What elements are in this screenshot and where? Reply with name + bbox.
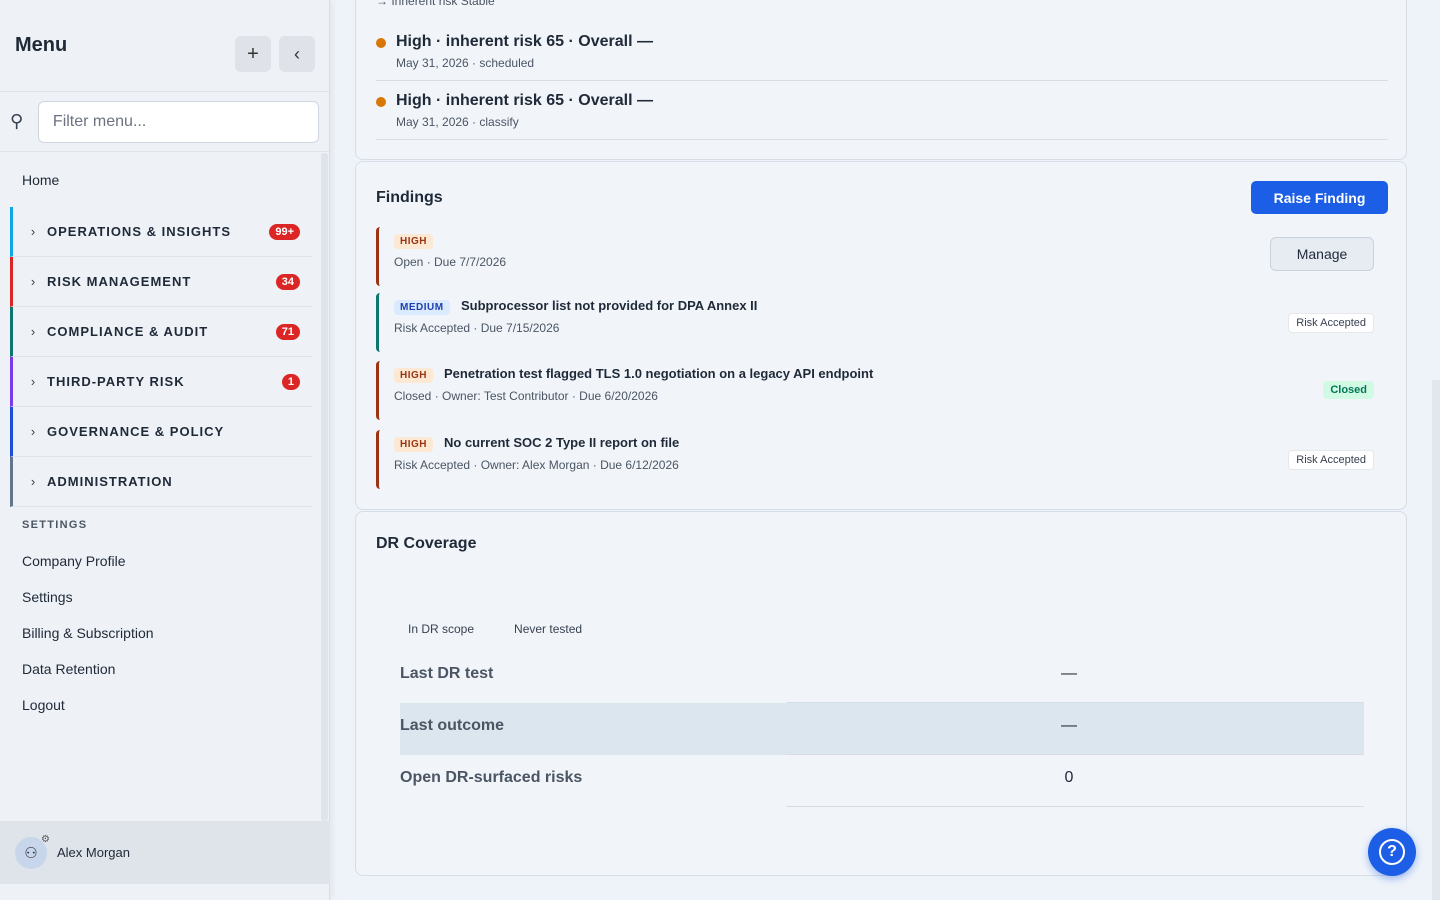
finding-title: Subprocessor list not provided for DPA A… [461,298,758,313]
nav-home[interactable]: Home [0,153,320,207]
nav-logout[interactable]: Logout [0,687,320,723]
severity-badge: HIGH [394,437,433,452]
dr-tabs: In DR scope Never tested [400,622,590,636]
raise-finding-button[interactable]: Raise Finding [1251,181,1388,214]
dr-row-label: Last DR test [400,665,494,682]
activity-cut-text: → Inherent risk Stable [376,0,495,8]
count-badge: 1 [281,373,300,390]
status-dot [376,38,386,48]
chevron-left-icon: ‹ [294,43,300,64]
nav-group-label: GOVERNANCE & POLICY [47,424,225,439]
dr-row-value: — [1061,717,1077,734]
search-icon: ⚲ [10,111,24,131]
nav-data-retention[interactable]: Data Retention [0,651,320,687]
nav-group-label: ADMINISTRATION [47,474,173,489]
settings-heading: SETTINGS [22,519,88,531]
user-name: Alex Morgan [57,845,130,860]
activity-title: High · inherent risk 65 · Overall — [396,92,653,109]
finding-meta: Risk Accepted · Owner: Alex Morgan · Due… [394,458,679,472]
user-profile[interactable]: ⚇ ⚙ Alex Morgan [0,821,330,884]
status-badge: Closed [1323,381,1374,399]
severity-badge: HIGH [394,234,433,249]
main-scrollbar[interactable] [1432,380,1440,900]
nav-group-administration[interactable]: › ADMINISTRATION [10,457,312,507]
nav-billing-subscription[interactable]: Billing & Subscription [0,615,320,651]
sidebar: Menu + ‹ ⚲ Home › OPERATIONS & INSIGHTS … [0,0,330,900]
sidebar-title: Menu [15,34,68,56]
severity-badge: HIGH [394,368,433,383]
question-circle-icon: ? [1379,839,1405,865]
dr-row-label: Last outcome [400,717,505,734]
dr-row-value: — [1061,665,1077,682]
gear-icon: ⚙ [41,833,50,845]
nav-group-risk-management[interactable]: › RISK MANAGEMENT 34 [10,257,312,307]
dr-row-value: 0 [1064,769,1074,786]
nav-group-label: THIRD-PARTY RISK [47,374,185,389]
nav-group-label: COMPLIANCE & AUDIT [47,324,209,339]
findings-card: Findings Raise Finding HIGH Open · Due 7… [355,161,1407,510]
findings-title: Findings [376,189,443,206]
avatar: ⚇ ⚙ [15,833,50,869]
activity-subtitle: May 31, 2026 · scheduled [396,56,535,70]
nav-group-label: OPERATIONS & INSIGHTS [47,224,231,239]
status-dot [376,97,386,107]
activity-card: → Inherent risk Stable High · inherent r… [355,0,1407,160]
sidebar-nav: Home › OPERATIONS & INSIGHTS 99+ › RISK … [0,153,320,723]
finding-meta: Open · Due 7/7/2026 [394,255,507,269]
user-icon: ⚇ [24,844,38,862]
count-badge: 71 [275,323,300,340]
finding-item[interactable]: HIGH Open · Due 7/7/2026 Manage [376,227,1388,286]
finding-title: No current SOC 2 Type II report on file [444,435,680,450]
filter-row: ⚲ [0,92,329,152]
count-badge: 99+ [269,223,300,240]
manage-button[interactable]: Manage [1270,237,1374,271]
tab-never-tested[interactable]: Never tested [506,622,590,636]
collapse-sidebar-button[interactable]: ‹ [279,36,315,72]
count-badge: 34 [275,273,300,290]
finding-meta: Closed · Owner: Test Contributor · Due 6… [394,389,658,403]
chevron-right-icon: › [30,474,36,489]
nav-group-third-party-risk[interactable]: › THIRD-PARTY RISK 1 [10,357,312,407]
chevron-right-icon: › [30,424,36,439]
chevron-right-icon: › [30,374,36,389]
activity-item: High · inherent risk 65 · Overall — May … [376,22,1388,81]
dr-row-label: Open DR-surfaced risks [400,769,583,786]
activity-subtitle: May 31, 2026 · classify [396,115,519,129]
dr-row-last-test: Last DR test — [400,651,1364,703]
finding-item[interactable]: HIGH Penetration test flagged TLS 1.0 ne… [376,361,1388,420]
nav-group-governance-policy[interactable]: › GOVERNANCE & POLICY [10,407,312,457]
nav-settings[interactable]: Settings [0,579,320,615]
nav-group-label: RISK MANAGEMENT [47,274,192,289]
chevron-right-icon: › [30,274,36,289]
divider [786,806,1364,807]
sidebar-scrollbar[interactable] [321,153,328,821]
nav-group-operations-insights[interactable]: › OPERATIONS & INSIGHTS 99+ [10,207,312,257]
dr-row-last-outcome: Last outcome — [400,703,1364,755]
severity-badge: MEDIUM [394,300,450,315]
filter-menu-input[interactable] [37,100,319,143]
nav-group-compliance-audit[interactable]: › COMPLIANCE & AUDIT 71 [10,307,312,357]
activity-title: High · inherent risk 65 · Overall — [396,33,653,50]
dr-coverage-title: DR Coverage [376,535,477,552]
status-badge: Risk Accepted [1288,450,1374,470]
chevron-right-icon: › [30,224,36,239]
status-badge: Risk Accepted [1288,313,1374,333]
activity-item: High · inherent risk 65 · Overall — May … [376,81,1388,140]
finding-title: Penetration test flagged TLS 1.0 negotia… [444,366,874,381]
dr-coverage-card: DR Coverage In DR scope Never tested Las… [355,511,1407,876]
nav-company-profile[interactable]: Company Profile [0,543,320,579]
finding-item[interactable]: MEDIUM Subprocessor list not provided fo… [376,293,1388,352]
tab-in-dr-scope[interactable]: In DR scope [400,622,482,636]
add-button[interactable]: + [235,36,271,72]
finding-meta: Risk Accepted · Due 7/15/2026 [394,321,560,335]
sidebar-header: Menu + ‹ [0,0,329,92]
dr-row-open-risks: Open DR-surfaced risks 0 [400,755,1364,807]
help-button[interactable]: ? [1368,828,1416,876]
chevron-right-icon: › [30,324,36,339]
plus-icon: + [247,42,259,65]
finding-item[interactable]: HIGH No current SOC 2 Type II report on … [376,430,1388,489]
